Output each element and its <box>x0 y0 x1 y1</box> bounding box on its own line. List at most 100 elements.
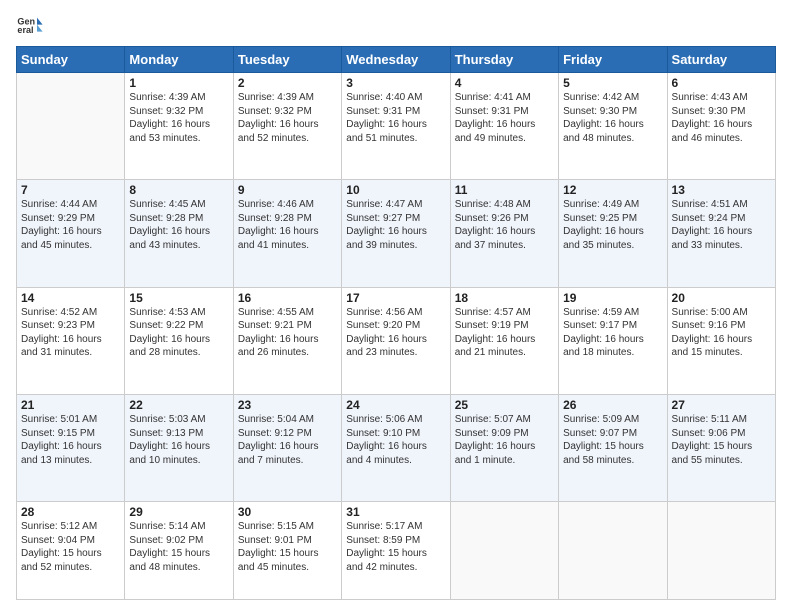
day-number: 2 <box>238 76 337 90</box>
day-number: 25 <box>455 398 554 412</box>
calendar-cell: 22Sunrise: 5:03 AM Sunset: 9:13 PM Dayli… <box>125 395 233 502</box>
calendar-cell: 16Sunrise: 4:55 AM Sunset: 9:21 PM Dayli… <box>233 287 341 394</box>
weekday-monday: Monday <box>125 47 233 73</box>
calendar-week-3: 14Sunrise: 4:52 AM Sunset: 9:23 PM Dayli… <box>17 287 776 394</box>
calendar-cell: 11Sunrise: 4:48 AM Sunset: 9:26 PM Dayli… <box>450 180 558 287</box>
day-info: Sunrise: 5:17 AM Sunset: 8:59 PM Dayligh… <box>346 520 445 574</box>
calendar-cell: 7Sunrise: 4:44 AM Sunset: 9:29 PM Daylig… <box>17 180 125 287</box>
calendar-cell: 15Sunrise: 4:53 AM Sunset: 9:22 PM Dayli… <box>125 287 233 394</box>
calendar-cell <box>667 502 775 600</box>
weekday-header-row: SundayMondayTuesdayWednesdayThursdayFrid… <box>17 47 776 73</box>
day-number: 5 <box>563 76 662 90</box>
svg-text:eral: eral <box>17 25 33 35</box>
day-info: Sunrise: 4:55 AM Sunset: 9:21 PM Dayligh… <box>238 306 337 360</box>
day-info: Sunrise: 4:41 AM Sunset: 9:31 PM Dayligh… <box>455 91 554 145</box>
weekday-sunday: Sunday <box>17 47 125 73</box>
calendar-cell: 12Sunrise: 4:49 AM Sunset: 9:25 PM Dayli… <box>559 180 667 287</box>
day-number: 28 <box>21 505 120 519</box>
day-info: Sunrise: 4:42 AM Sunset: 9:30 PM Dayligh… <box>563 91 662 145</box>
calendar-cell: 25Sunrise: 5:07 AM Sunset: 9:09 PM Dayli… <box>450 395 558 502</box>
day-number: 12 <box>563 183 662 197</box>
calendar-cell: 18Sunrise: 4:57 AM Sunset: 9:19 PM Dayli… <box>450 287 558 394</box>
calendar-cell: 30Sunrise: 5:15 AM Sunset: 9:01 PM Dayli… <box>233 502 341 600</box>
day-number: 31 <box>346 505 445 519</box>
day-number: 11 <box>455 183 554 197</box>
day-info: Sunrise: 4:52 AM Sunset: 9:23 PM Dayligh… <box>21 306 120 360</box>
day-number: 10 <box>346 183 445 197</box>
weekday-saturday: Saturday <box>667 47 775 73</box>
day-info: Sunrise: 5:12 AM Sunset: 9:04 PM Dayligh… <box>21 520 120 574</box>
calendar-cell: 31Sunrise: 5:17 AM Sunset: 8:59 PM Dayli… <box>342 502 450 600</box>
day-info: Sunrise: 4:49 AM Sunset: 9:25 PM Dayligh… <box>563 198 662 252</box>
weekday-wednesday: Wednesday <box>342 47 450 73</box>
calendar-week-4: 21Sunrise: 5:01 AM Sunset: 9:15 PM Dayli… <box>17 395 776 502</box>
day-info: Sunrise: 5:14 AM Sunset: 9:02 PM Dayligh… <box>129 520 228 574</box>
day-info: Sunrise: 4:44 AM Sunset: 9:29 PM Dayligh… <box>21 198 120 252</box>
day-info: Sunrise: 5:04 AM Sunset: 9:12 PM Dayligh… <box>238 413 337 467</box>
day-number: 7 <box>21 183 120 197</box>
day-info: Sunrise: 4:40 AM Sunset: 9:31 PM Dayligh… <box>346 91 445 145</box>
day-info: Sunrise: 4:59 AM Sunset: 9:17 PM Dayligh… <box>563 306 662 360</box>
day-number: 24 <box>346 398 445 412</box>
calendar-cell: 13Sunrise: 4:51 AM Sunset: 9:24 PM Dayli… <box>667 180 775 287</box>
day-number: 23 <box>238 398 337 412</box>
logo: Gen eral <box>16 12 48 40</box>
calendar-cell: 9Sunrise: 4:46 AM Sunset: 9:28 PM Daylig… <box>233 180 341 287</box>
day-number: 20 <box>672 291 771 305</box>
day-info: Sunrise: 4:45 AM Sunset: 9:28 PM Dayligh… <box>129 198 228 252</box>
calendar-cell: 23Sunrise: 5:04 AM Sunset: 9:12 PM Dayli… <box>233 395 341 502</box>
day-number: 15 <box>129 291 228 305</box>
day-number: 4 <box>455 76 554 90</box>
day-info: Sunrise: 4:39 AM Sunset: 9:32 PM Dayligh… <box>129 91 228 145</box>
calendar-week-2: 7Sunrise: 4:44 AM Sunset: 9:29 PM Daylig… <box>17 180 776 287</box>
day-number: 18 <box>455 291 554 305</box>
day-info: Sunrise: 4:46 AM Sunset: 9:28 PM Dayligh… <box>238 198 337 252</box>
weekday-friday: Friday <box>559 47 667 73</box>
calendar-cell: 3Sunrise: 4:40 AM Sunset: 9:31 PM Daylig… <box>342 73 450 180</box>
day-info: Sunrise: 4:43 AM Sunset: 9:30 PM Dayligh… <box>672 91 771 145</box>
day-info: Sunrise: 5:15 AM Sunset: 9:01 PM Dayligh… <box>238 520 337 574</box>
day-info: Sunrise: 4:53 AM Sunset: 9:22 PM Dayligh… <box>129 306 228 360</box>
calendar-cell: 20Sunrise: 5:00 AM Sunset: 9:16 PM Dayli… <box>667 287 775 394</box>
day-number: 17 <box>346 291 445 305</box>
day-info: Sunrise: 5:07 AM Sunset: 9:09 PM Dayligh… <box>455 413 554 467</box>
day-info: Sunrise: 5:03 AM Sunset: 9:13 PM Dayligh… <box>129 413 228 467</box>
day-number: 26 <box>563 398 662 412</box>
day-info: Sunrise: 5:11 AM Sunset: 9:06 PM Dayligh… <box>672 413 771 467</box>
weekday-tuesday: Tuesday <box>233 47 341 73</box>
day-info: Sunrise: 4:39 AM Sunset: 9:32 PM Dayligh… <box>238 91 337 145</box>
calendar-cell: 17Sunrise: 4:56 AM Sunset: 9:20 PM Dayli… <box>342 287 450 394</box>
calendar-cell: 2Sunrise: 4:39 AM Sunset: 9:32 PM Daylig… <box>233 73 341 180</box>
calendar-cell: 19Sunrise: 4:59 AM Sunset: 9:17 PM Dayli… <box>559 287 667 394</box>
logo-icon: Gen eral <box>16 12 44 40</box>
calendar-cell: 1Sunrise: 4:39 AM Sunset: 9:32 PM Daylig… <box>125 73 233 180</box>
day-info: Sunrise: 4:47 AM Sunset: 9:27 PM Dayligh… <box>346 198 445 252</box>
day-number: 29 <box>129 505 228 519</box>
page-header: Gen eral <box>16 12 776 40</box>
day-number: 19 <box>563 291 662 305</box>
calendar-cell: 26Sunrise: 5:09 AM Sunset: 9:07 PM Dayli… <box>559 395 667 502</box>
calendar-week-5: 28Sunrise: 5:12 AM Sunset: 9:04 PM Dayli… <box>17 502 776 600</box>
day-info: Sunrise: 5:06 AM Sunset: 9:10 PM Dayligh… <box>346 413 445 467</box>
calendar-cell: 29Sunrise: 5:14 AM Sunset: 9:02 PM Dayli… <box>125 502 233 600</box>
calendar-cell: 4Sunrise: 4:41 AM Sunset: 9:31 PM Daylig… <box>450 73 558 180</box>
calendar-cell: 14Sunrise: 4:52 AM Sunset: 9:23 PM Dayli… <box>17 287 125 394</box>
day-number: 30 <box>238 505 337 519</box>
calendar-cell: 28Sunrise: 5:12 AM Sunset: 9:04 PM Dayli… <box>17 502 125 600</box>
day-number: 8 <box>129 183 228 197</box>
day-info: Sunrise: 4:51 AM Sunset: 9:24 PM Dayligh… <box>672 198 771 252</box>
calendar-cell <box>559 502 667 600</box>
day-info: Sunrise: 5:09 AM Sunset: 9:07 PM Dayligh… <box>563 413 662 467</box>
day-info: Sunrise: 5:00 AM Sunset: 9:16 PM Dayligh… <box>672 306 771 360</box>
day-info: Sunrise: 5:01 AM Sunset: 9:15 PM Dayligh… <box>21 413 120 467</box>
day-number: 21 <box>21 398 120 412</box>
calendar-cell: 10Sunrise: 4:47 AM Sunset: 9:27 PM Dayli… <box>342 180 450 287</box>
calendar-body: 1Sunrise: 4:39 AM Sunset: 9:32 PM Daylig… <box>17 73 776 600</box>
day-number: 3 <box>346 76 445 90</box>
day-number: 14 <box>21 291 120 305</box>
day-info: Sunrise: 4:48 AM Sunset: 9:26 PM Dayligh… <box>455 198 554 252</box>
day-number: 13 <box>672 183 771 197</box>
calendar-week-1: 1Sunrise: 4:39 AM Sunset: 9:32 PM Daylig… <box>17 73 776 180</box>
calendar-cell: 6Sunrise: 4:43 AM Sunset: 9:30 PM Daylig… <box>667 73 775 180</box>
calendar-cell: 24Sunrise: 5:06 AM Sunset: 9:10 PM Dayli… <box>342 395 450 502</box>
